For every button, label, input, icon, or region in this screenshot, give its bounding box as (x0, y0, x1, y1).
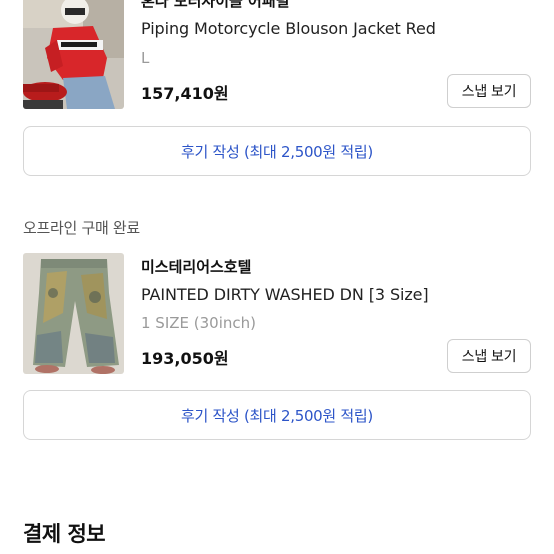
product-name[interactable]: Piping Motorcycle Blouson Jacket Red (141, 19, 436, 38)
product-price: 157,410원 (141, 84, 229, 103)
product-price: 193,050원 (141, 349, 229, 368)
order-status-label: 오프라인 구매 완료 (23, 219, 140, 237)
brand-name[interactable]: 혼다 모터사이클 어패럴 (141, 0, 289, 11)
payment-info-title: 결제 정보 (23, 522, 106, 546)
product-option: L (141, 49, 150, 67)
product-thumbnail-jacket[interactable] (23, 0, 124, 109)
product-name[interactable]: PAINTED DIRTY WASHED DN [3 Size] (141, 285, 429, 304)
snap-view-button[interactable]: 스냅 보기 (447, 74, 531, 108)
product-thumbnail-jeans[interactable] (23, 253, 124, 374)
write-review-button[interactable]: 후기 작성 (최대 2,500원 적립) (23, 390, 531, 440)
brand-name[interactable]: 미스테리어스호텔 (141, 256, 251, 277)
order-detail-page: 혼다 모터사이클 어패럴 Piping Motorcycle Blouson J… (0, 0, 554, 554)
snap-view-button[interactable]: 스냅 보기 (447, 339, 531, 373)
section-divider (0, 470, 554, 480)
product-option: 1 SIZE (30inch) (141, 314, 256, 332)
write-review-button[interactable]: 후기 작성 (최대 2,500원 적립) (23, 126, 531, 176)
